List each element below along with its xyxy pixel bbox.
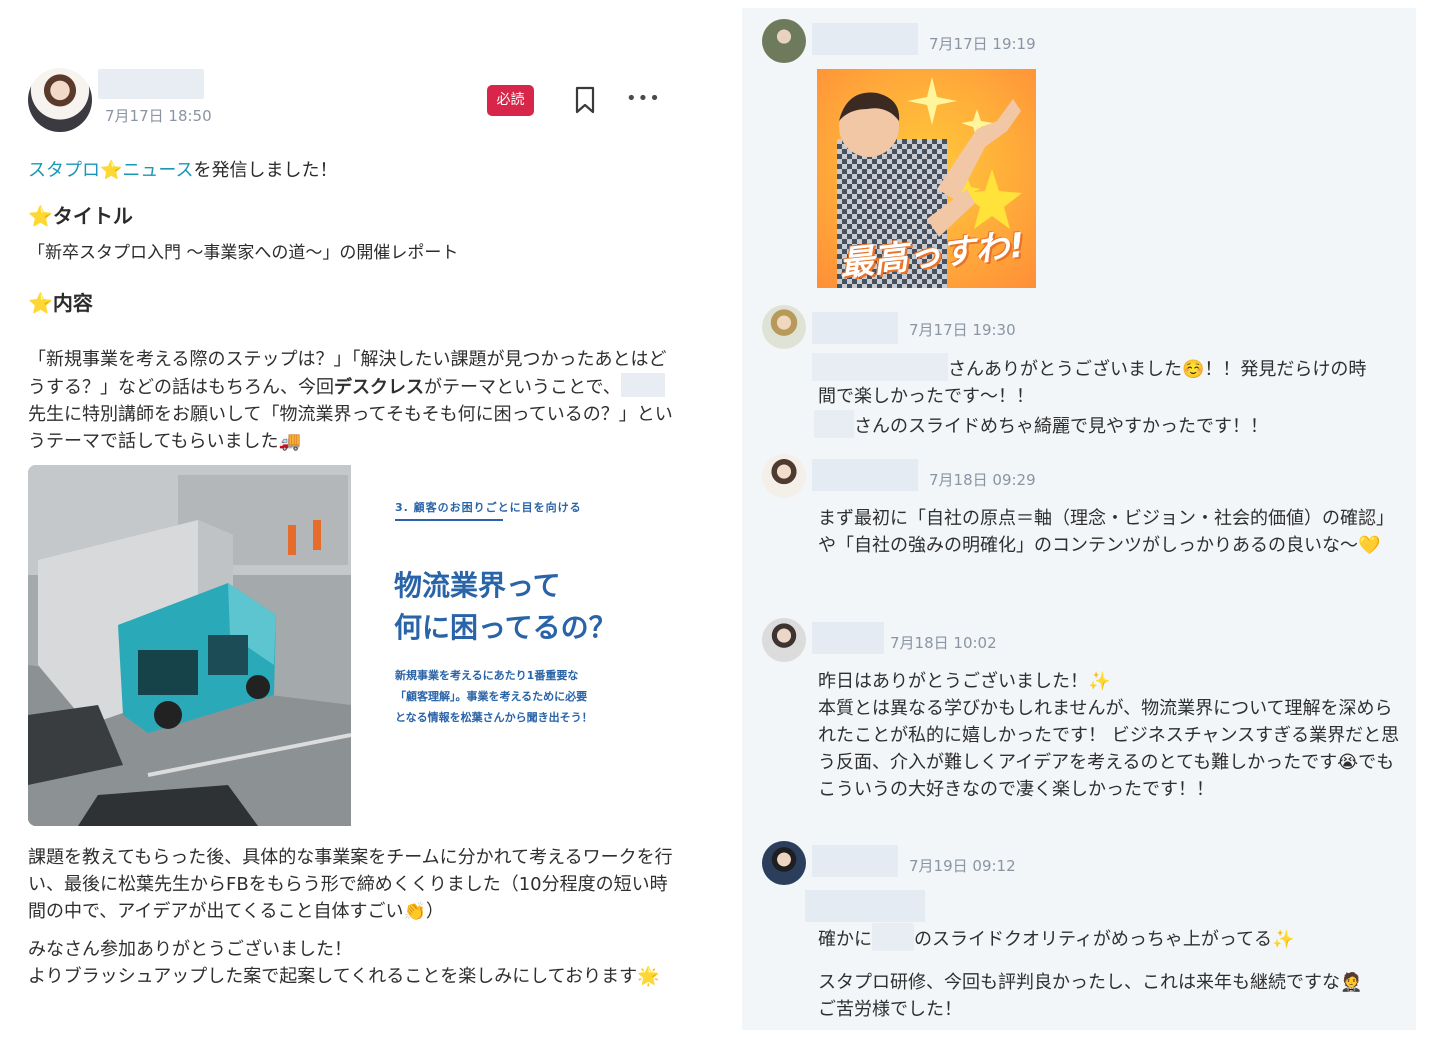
- truck-emoji: 🚚: [278, 431, 301, 452]
- commenter-name-redacted[interactable]: [812, 845, 898, 877]
- more-options-icon[interactable]: •••: [626, 88, 660, 110]
- commenter-avatar[interactable]: [762, 19, 806, 63]
- must-read-badge: 必読: [487, 85, 534, 116]
- redacted-name: [814, 410, 854, 438]
- commenter-name-redacted[interactable]: [812, 459, 918, 491]
- commenter-avatar[interactable]: [762, 618, 806, 662]
- commenter-name-redacted[interactable]: [812, 312, 898, 344]
- comment-text: 昨日はありがとうございました！✨ 本質とは異なる学びかもしれませんが、物流業界に…: [818, 671, 1400, 800]
- post-card: 7月17日 18:50 必読 ••• スタプロ⭐ニュースを発信しました！ ⭐タイ…: [0, 0, 700, 1046]
- comment-timestamp: 7月18日 09:29: [929, 471, 1036, 489]
- slide-section-label: 3. 顧客のお困りごとに目を向ける: [395, 501, 582, 514]
- author-name-redacted[interactable]: [98, 69, 204, 99]
- comment-timestamp: 7月18日 10:02: [890, 634, 997, 652]
- link-news[interactable]: ニュース: [122, 160, 193, 181]
- bookmark-icon[interactable]: [572, 86, 598, 114]
- content-paragraph-2: 課題を教えてもらった後、具体的な事業案をチームに分かれて考えるワークを行い、最後…: [28, 847, 673, 922]
- comment-text: 確かに のスライドクオリティがめっちゃ上がってる✨ スタプロ研修、今回も評判良かっ…: [818, 923, 1408, 1023]
- author-avatar[interactable]: [28, 68, 92, 132]
- content-heading: ⭐内容: [28, 291, 93, 315]
- content-paragraph-1: 「新規事業を考える際のステップは？」「解決したい課題が見つかったあとはどうする？…: [28, 349, 673, 452]
- reaction-stamp-image: 最高っすわ!: [817, 69, 1036, 288]
- post-intro: スタプロ⭐ニュースを発信しました！: [28, 160, 338, 181]
- star-icon: ⭐: [28, 204, 53, 228]
- title-heading: ⭐タイトル: [28, 204, 133, 228]
- slide-headline: 物流業界って 何に困ってるの？: [394, 569, 617, 644]
- star-emoji: ⭐: [100, 160, 123, 181]
- star-icon: ⭐: [28, 291, 53, 315]
- commenter-name-redacted[interactable]: [812, 23, 918, 55]
- slide-image[interactable]: 3. 顧客のお困りごとに目を向ける 物流業界って 何に困ってるの？ 新規事業を考…: [28, 465, 653, 826]
- commenter-name-redacted[interactable]: [812, 622, 884, 654]
- clap-emoji: 👏: [403, 901, 426, 922]
- link-stapro[interactable]: スタプロ: [28, 160, 100, 181]
- redacted-name: [872, 923, 914, 951]
- comment-timestamp: 7月17日 19:19: [929, 35, 1036, 53]
- redacted-line: [805, 890, 925, 922]
- content-paragraph-3: みなさん参加ありがとうございました！ よりブラッシュアップした案で起案してくれる…: [28, 939, 660, 987]
- truck-photo: [28, 465, 352, 826]
- comment-text: まず最初に「自社の原点＝軸（理念・ビジョン・社会的価値）の確認」や「自社の強みの…: [818, 508, 1394, 556]
- slide-body: 新規事業を考えるにあたり1番重要な 「顧客理解」。事業を考えるために必要 となる…: [395, 669, 593, 724]
- slide-label-underline: [395, 519, 503, 521]
- comment-timestamp: 7月17日 19:30: [909, 321, 1016, 339]
- comment-timestamp: 7月19日 09:12: [909, 857, 1016, 875]
- sparkle-star-emoji: 🌟: [637, 966, 660, 987]
- redacted-name: [620, 373, 665, 397]
- comment-thread: 7月17日 19:19 最高っすわ! 7月17日 19:30 さんありがとうござ…: [742, 8, 1416, 1030]
- title-text: 「新卒スタプロ入門 〜事業家への道〜」の開催レポート: [28, 243, 459, 263]
- commenter-avatar[interactable]: [762, 305, 806, 349]
- post-timestamp: 7月17日 18:50: [105, 107, 212, 125]
- commenter-avatar[interactable]: [762, 454, 806, 498]
- commenter-avatar[interactable]: [762, 841, 806, 885]
- redacted-name: [812, 353, 948, 381]
- comment-text: さんありがとうございました☺️！！発見だらけの時 間で楽しかったです〜！！ さん…: [812, 353, 1408, 440]
